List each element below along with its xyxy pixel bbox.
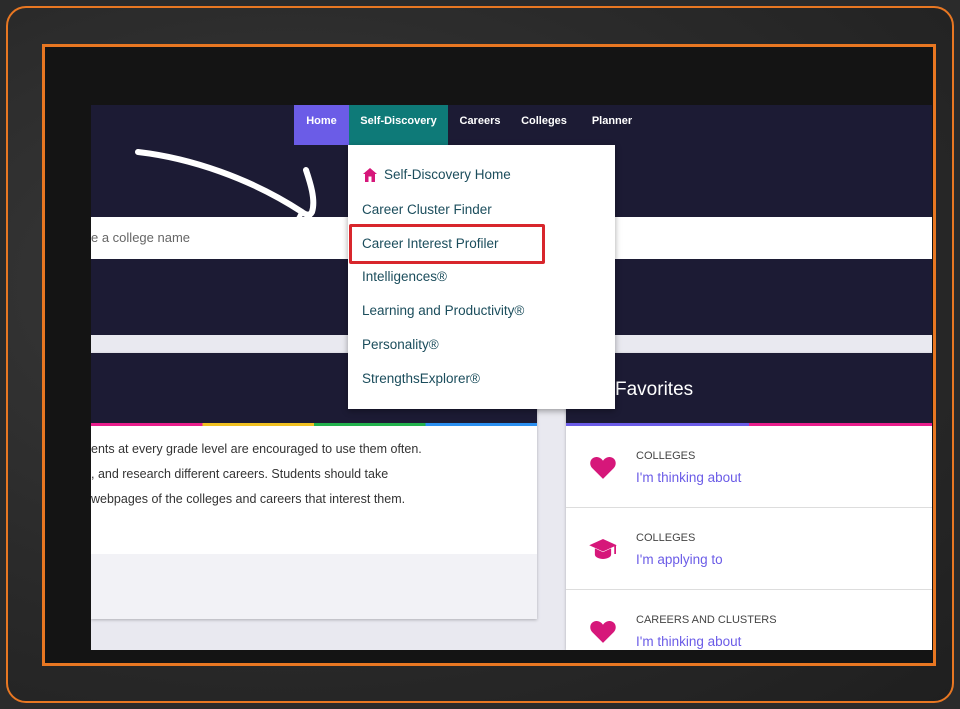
nav-self-discovery[interactable]: Self-Discovery [349,105,448,145]
nav-careers[interactable]: Careers [455,105,505,145]
favorites-card: Favorites COLLEGES I'm thinking about CO… [566,353,932,650]
info-line: webpages of the colleges and careers tha… [91,492,406,506]
favorite-link[interactable]: I'm thinking about [636,470,741,485]
favorite-row[interactable]: COLLEGES I'm applying to [566,508,932,590]
nav-home[interactable]: Home [294,105,349,145]
info-card-text: ents at every grade level are encouraged… [91,437,521,512]
home-icon [363,168,377,182]
dropdown-item-personality[interactable]: Personality® [362,337,439,352]
info-line: , and research different careers. Studen… [91,467,389,481]
self-discovery-dropdown: Self-Discovery Home Career Cluster Finde… [348,145,615,409]
highlight-box [349,224,545,264]
favorites-title: Favorites [615,379,694,400]
dropdown-item-strengths-explorer[interactable]: StrengthsExplorer® [362,371,480,386]
heart-icon [590,456,616,479]
dropdown-item-learning-productivity[interactable]: Learning and Productivity® [362,303,524,318]
dropdown-item-career-cluster-finder[interactable]: Career Cluster Finder [362,202,492,217]
info-card-footer [91,554,537,619]
favorite-category: COLLEGES [636,532,696,544]
top-nav-bar: Home Self-Discovery Careers Colleges Pla… [91,105,932,145]
favorite-category: COLLEGES [636,450,696,462]
pointer-arrow-icon [135,149,317,243]
dropdown-item-intelligences[interactable]: Intelligences® [362,269,447,284]
favorite-link[interactable]: I'm thinking about [636,634,741,649]
info-line: ents at every grade level are encouraged… [91,442,422,456]
favorite-row[interactable]: COLLEGES I'm thinking about [566,426,932,508]
color-stripe [91,423,537,426]
nav-colleges[interactable]: Colleges [517,105,571,145]
heart-icon [590,620,616,643]
favorite-link[interactable]: I'm applying to [636,552,723,567]
favorites-header: Favorites [566,353,932,423]
graduation-cap-icon [589,539,617,559]
nav-planner[interactable]: Planner [585,105,639,145]
favorite-row[interactable]: CAREERS AND CLUSTERS I'm thinking about [566,590,932,650]
favorite-category: CAREERS AND CLUSTERS [636,614,777,626]
dropdown-item-self-discovery-home[interactable]: Self-Discovery Home [384,167,511,182]
